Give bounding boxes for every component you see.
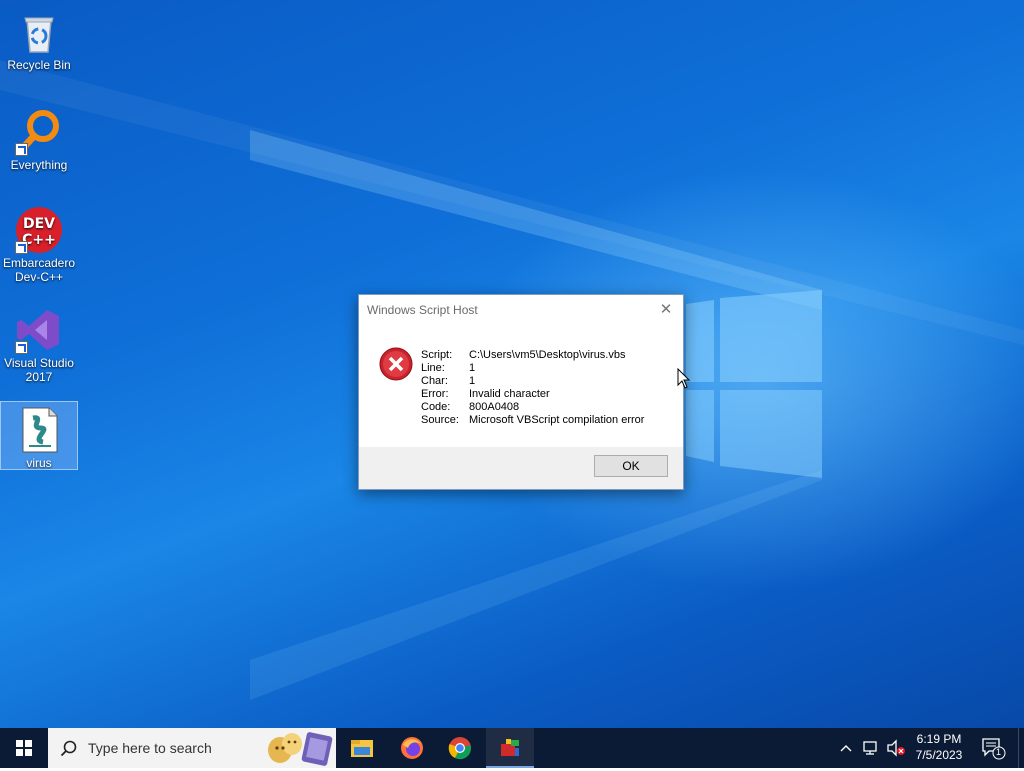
- notifications-icon: [982, 738, 1006, 760]
- windows-logo-icon: [16, 740, 32, 756]
- shortcut-arrow-icon: [15, 341, 28, 354]
- taskbar-app-active[interactable]: [486, 728, 534, 768]
- desktop-icon-label: virus: [26, 456, 52, 470]
- detail-value: Invalid character: [469, 388, 550, 400]
- detail-row-char: Char: 1: [421, 375, 644, 388]
- recycle-bin-icon: [15, 8, 63, 56]
- chrome-icon: [448, 737, 471, 760]
- dev-cpp-icon: DEV C++: [15, 206, 63, 254]
- error-details: Script: C:\Users\vm5\Desktop\virus.vbs L…: [421, 349, 644, 427]
- search-icon: [60, 740, 77, 757]
- taskbar-search-box[interactable]: Type here to search: [48, 728, 336, 768]
- everything-search-icon: [15, 108, 63, 156]
- desktop-icon-recycle-bin[interactable]: Recycle Bin: [0, 2, 78, 72]
- firefox-icon: [401, 737, 423, 759]
- action-center-button[interactable]: 1: [980, 736, 1006, 760]
- network-icon[interactable]: [862, 739, 880, 757]
- shortcut-arrow-icon: [15, 241, 28, 254]
- detail-row-code: Code: 800A0408: [421, 401, 644, 414]
- taskbar-app-firefox[interactable]: [388, 728, 436, 768]
- search-highlight-icon: [268, 732, 333, 766]
- detail-row-error: Error: Invalid character: [421, 388, 644, 401]
- close-icon[interactable]: ✕: [655, 301, 677, 319]
- notification-count: 1: [996, 747, 1002, 757]
- detail-value: 800A0408: [469, 401, 520, 413]
- start-button[interactable]: [0, 728, 48, 768]
- dialog-title: Windows Script Host: [367, 303, 478, 317]
- desktop[interactable]: Recycle Bin Everything DEV C++ Embarcade…: [0, 0, 1024, 728]
- detail-row-script: Script: C:\Users\vm5\Desktop\virus.vbs: [421, 349, 644, 362]
- detail-row-source: Source: Microsoft VBScript compilation e…: [421, 414, 644, 427]
- detail-value: C:\Users\vm5\Desktop\virus.vbs: [469, 349, 626, 361]
- detail-label: Code:: [421, 401, 451, 413]
- search-placeholder: Type here to search: [88, 740, 212, 756]
- svg-text:DEV: DEV: [23, 216, 55, 232]
- desktop-icon-label: Recycle Bin: [7, 58, 71, 72]
- detail-label: Error:: [421, 388, 449, 400]
- script-host-error-dialog[interactable]: Windows Script Host ✕ Script: C:\Users\v…: [358, 294, 684, 490]
- detail-value: 1: [469, 362, 476, 374]
- desktop-icon-label: Everything: [10, 158, 68, 172]
- detail-row-line: Line: 1: [421, 362, 644, 375]
- desktop-icon-everything[interactable]: Everything: [0, 102, 78, 172]
- taskbar: Type here to search 6:19 PM 7/5/2023 1: [0, 728, 1024, 768]
- visual-studio-icon: [15, 306, 63, 354]
- desktop-icon-virus[interactable]: virus: [0, 401, 78, 470]
- mouse-cursor-icon: [677, 368, 691, 389]
- detail-value: Microsoft VBScript compilation error: [469, 414, 645, 426]
- app-icon: [501, 739, 519, 756]
- desktop-icon-devcpp[interactable]: DEV C++ Embarcadero Dev-C++: [0, 200, 78, 284]
- clock-date: 7/5/2023: [915, 748, 963, 762]
- detail-label: Source:: [421, 414, 459, 426]
- detail-value: 1: [469, 375, 476, 387]
- desktop-icon-visual-studio[interactable]: Visual Studio 2017: [0, 300, 78, 384]
- detail-label: Script:: [421, 349, 453, 361]
- taskbar-clock[interactable]: 6:19 PM 7/5/2023: [908, 731, 970, 763]
- shortcut-arrow-icon: [15, 143, 28, 156]
- desktop-icon-label: Embarcadero Dev-C++: [2, 256, 76, 284]
- error-icon: [379, 347, 413, 381]
- file-explorer-icon: [351, 740, 373, 757]
- volume-muted-icon[interactable]: [886, 739, 906, 757]
- dialog-footer: OK: [359, 447, 683, 489]
- vbs-script-file-icon: [15, 406, 63, 454]
- detail-label: Line:: [421, 362, 445, 374]
- show-desktop-button[interactable]: [1018, 728, 1024, 768]
- show-hidden-icons-chevron-icon[interactable]: [838, 740, 854, 756]
- taskbar-app-file-explorer[interactable]: [338, 728, 386, 768]
- ok-button[interactable]: OK: [594, 455, 668, 477]
- clock-time: 6:19 PM: [916, 732, 962, 746]
- desktop-icon-label: Visual Studio 2017: [4, 356, 74, 384]
- taskbar-app-chrome[interactable]: [436, 728, 484, 768]
- detail-label: Char:: [421, 375, 448, 387]
